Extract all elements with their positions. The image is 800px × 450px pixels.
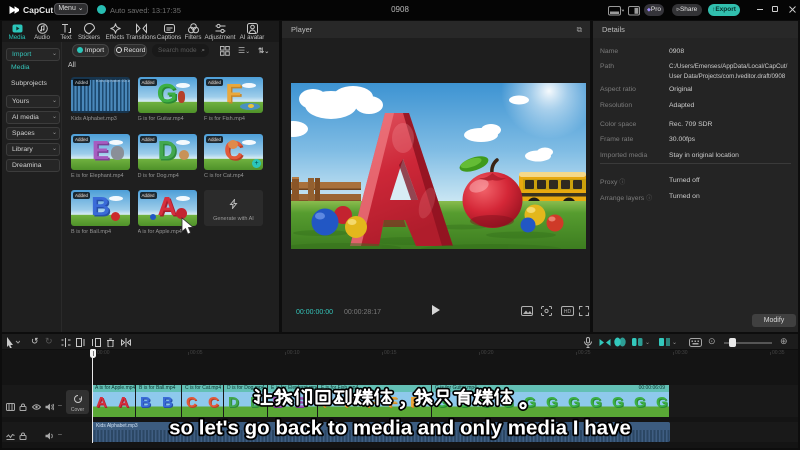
svg-text:HD: HD xyxy=(564,309,572,315)
